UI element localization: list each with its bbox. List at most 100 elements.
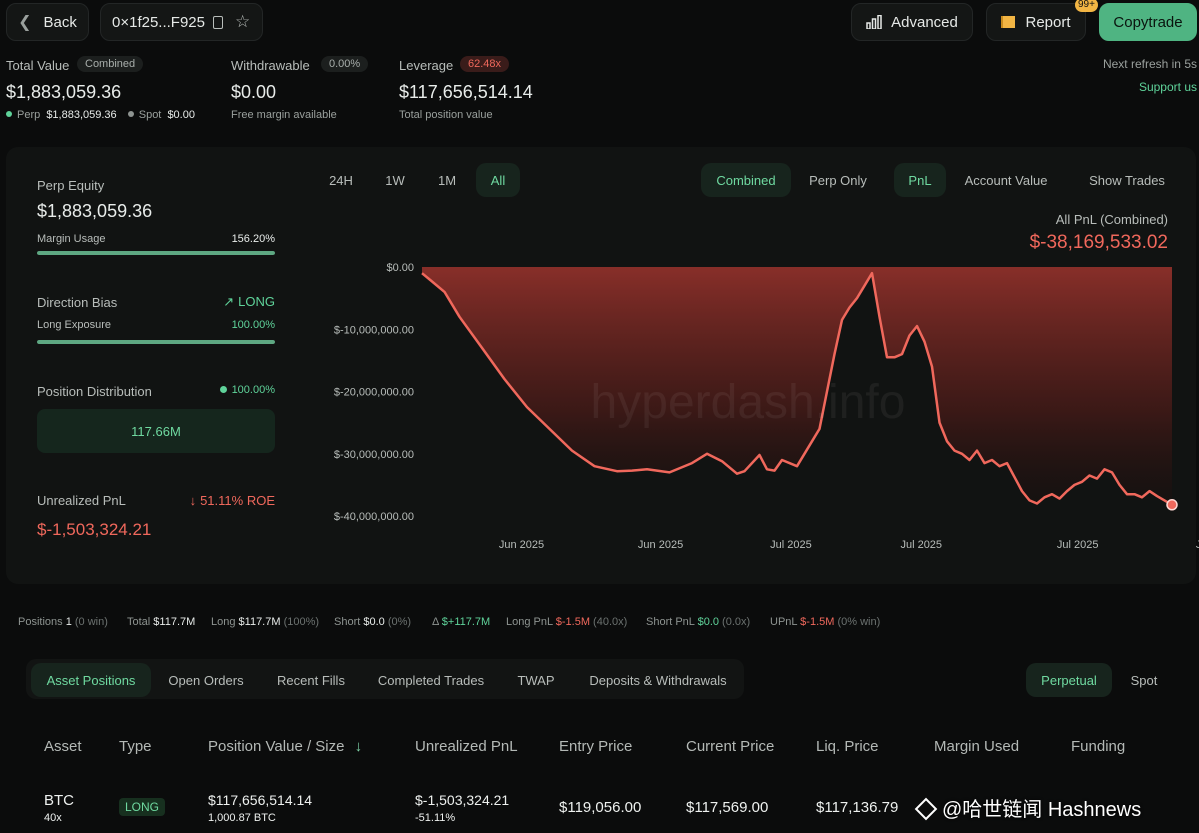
col-type[interactable]: Type (119, 738, 152, 755)
stat-0: Positions 1 (0 win) (18, 616, 108, 628)
stat-label: Short (334, 616, 364, 628)
tab-perpetual[interactable]: Perpetual (1026, 663, 1112, 697)
perp-equity-label: Perp Equity (37, 178, 105, 193)
sort-down-icon[interactable]: ↓ (355, 738, 363, 755)
star-icon[interactable]: ☆ (235, 12, 250, 32)
flag-icon (1001, 16, 1016, 28)
position-distribution-pct-text: 100.00% (231, 384, 275, 396)
row-entry-price: $119,056.00 (559, 799, 642, 816)
stat-1: Total $117.7M (127, 616, 195, 628)
mode-perp-only[interactable]: Perp Only (796, 163, 880, 197)
tab-open-orders[interactable]: Open Orders (160, 663, 252, 697)
stat-value: $117.7M (153, 616, 196, 628)
row-upnl-pct: -51.11% (415, 812, 456, 824)
copy-icon[interactable] (213, 15, 223, 29)
unrealized-roe-text: 51.11% ROE (200, 493, 275, 508)
unrealized-pnl-value: $-1,503,324.21 (37, 520, 152, 539)
total-value-label: Total Value (6, 58, 70, 73)
trending-up-icon: ↗ (223, 294, 235, 309)
advanced-button[interactable]: Advanced (851, 3, 973, 41)
refresh-text: Next refresh in 5s (1102, 57, 1197, 71)
position-distribution-bar[interactable]: 117.66M (37, 409, 275, 453)
stat-label: Long (211, 616, 239, 628)
stat-2: Long $117.7M (100%) (211, 616, 319, 628)
metric-account-value[interactable]: Account Value (952, 163, 1060, 197)
row-leverage: 40x (44, 812, 62, 824)
stat-extra: (0.0x) (719, 616, 751, 628)
perp-equity-value: $1,883,059.36 (37, 201, 153, 221)
stat-extra: (0 win) (71, 616, 108, 628)
report-button[interactable]: Report (986, 3, 1086, 41)
col-position-value-label: Position Value / Size (208, 738, 345, 755)
back-label: Back (43, 13, 77, 31)
range-1m[interactable]: 1M (424, 163, 470, 197)
position-distribution-value: 117.66M (131, 423, 181, 439)
col-liq-price[interactable]: Liq. Price (816, 738, 879, 755)
stat-label: Positions (18, 616, 66, 628)
long-exposure-label: Long Exposure (37, 319, 111, 331)
spot-label: Spot (138, 109, 162, 121)
direction-bias-text: LONG (238, 294, 275, 309)
position-distribution-label: Position Distribution (37, 384, 152, 399)
withdrawable-sub: Free margin available (231, 109, 337, 121)
row-upnl: $-1,503,324.21 (415, 792, 510, 808)
stat-value: $-1.5M (555, 616, 590, 628)
mode-combined[interactable]: Combined (701, 163, 791, 197)
overview-panel (6, 147, 1196, 584)
col-entry-price[interactable]: Entry Price (559, 738, 632, 755)
stat-label: UPnL (770, 616, 801, 628)
unrealized-roe: ↓ 51.11% ROE (170, 493, 275, 508)
leverage-sub: Total position value (399, 109, 493, 121)
perp-value: $1,883,059.36 (46, 109, 117, 121)
row-liq-price: $117,136.79 (816, 799, 899, 816)
total-value-tag: Combined (77, 56, 144, 72)
tab-spot[interactable]: Spot (1118, 663, 1170, 697)
show-trades-button[interactable]: Show Trades (1074, 163, 1180, 197)
tab-completed-trades[interactable]: Completed Trades (370, 663, 492, 697)
address-chip[interactable]: 0×1f25...F925 ☆ (100, 3, 263, 41)
hashnews-watermark: @哈世链闻 Hashnews (914, 793, 1141, 822)
long-exposure-value: 100.00% (231, 319, 275, 331)
long-exposure-fill (37, 340, 275, 344)
range-all[interactable]: All (476, 163, 520, 197)
range-1w[interactable]: 1W (372, 163, 418, 197)
total-value: $1,883,059.36 (6, 82, 122, 102)
report-badge: 99+ (1075, 0, 1098, 12)
perp-dot-icon (6, 111, 12, 117)
col-asset[interactable]: Asset (44, 738, 82, 755)
diamond-logo-icon (914, 797, 938, 821)
col-current-price[interactable]: Current Price (686, 738, 774, 755)
tab-deposits-withdrawals[interactable]: Deposits & Withdrawals (580, 663, 736, 697)
back-button[interactable]: ❮ Back (6, 3, 89, 41)
col-margin-used[interactable]: Margin Used (934, 738, 1019, 755)
stat-3: Short $0.0 (0%) (334, 616, 411, 628)
withdrawable-label: Withdrawable (231, 58, 310, 73)
col-position-value[interactable]: Position Value / Size ↓ (208, 738, 362, 755)
col-unrealized-pnl[interactable]: Unrealized PnL (415, 738, 518, 755)
col-funding[interactable]: Funding (1071, 738, 1125, 755)
leverage-label: Leverage (399, 58, 454, 73)
row-asset[interactable]: BTC (44, 792, 74, 809)
tab-recent-fills[interactable]: Recent Fills (268, 663, 354, 697)
unrealized-pnl-label: Unrealized PnL (37, 493, 126, 508)
stat-value: $117.7M (238, 616, 281, 628)
stat-extra: (40.0x) (590, 616, 628, 628)
support-link[interactable]: Support us (1139, 80, 1197, 94)
stat-value: $0.0 (363, 616, 385, 628)
copytrade-button[interactable]: Copytrade (1099, 3, 1197, 41)
bar-chart-icon (866, 15, 882, 29)
tab-asset-positions[interactable]: Asset Positions (31, 663, 151, 697)
tab-twap[interactable]: TWAP (508, 663, 564, 697)
leverage-tag: 62.48x (460, 56, 510, 72)
withdrawable-tag: 0.00% (321, 56, 369, 72)
metric-pnl[interactable]: PnL (894, 163, 946, 197)
stat-7: UPnL $-1.5M (0% win) (770, 616, 880, 628)
stat-value: $-1.5M (800, 616, 835, 628)
report-label: Report (1025, 13, 1071, 31)
spot-value: $0.00 (167, 109, 195, 121)
stat-extra: (100%) (280, 616, 320, 628)
advanced-label: Advanced (891, 13, 958, 31)
stat-5: Long PnL $-1.5M (40.0x) (506, 616, 627, 628)
range-24h[interactable]: 24H (318, 163, 364, 197)
direction-bias-label: Direction Bias (37, 295, 118, 310)
